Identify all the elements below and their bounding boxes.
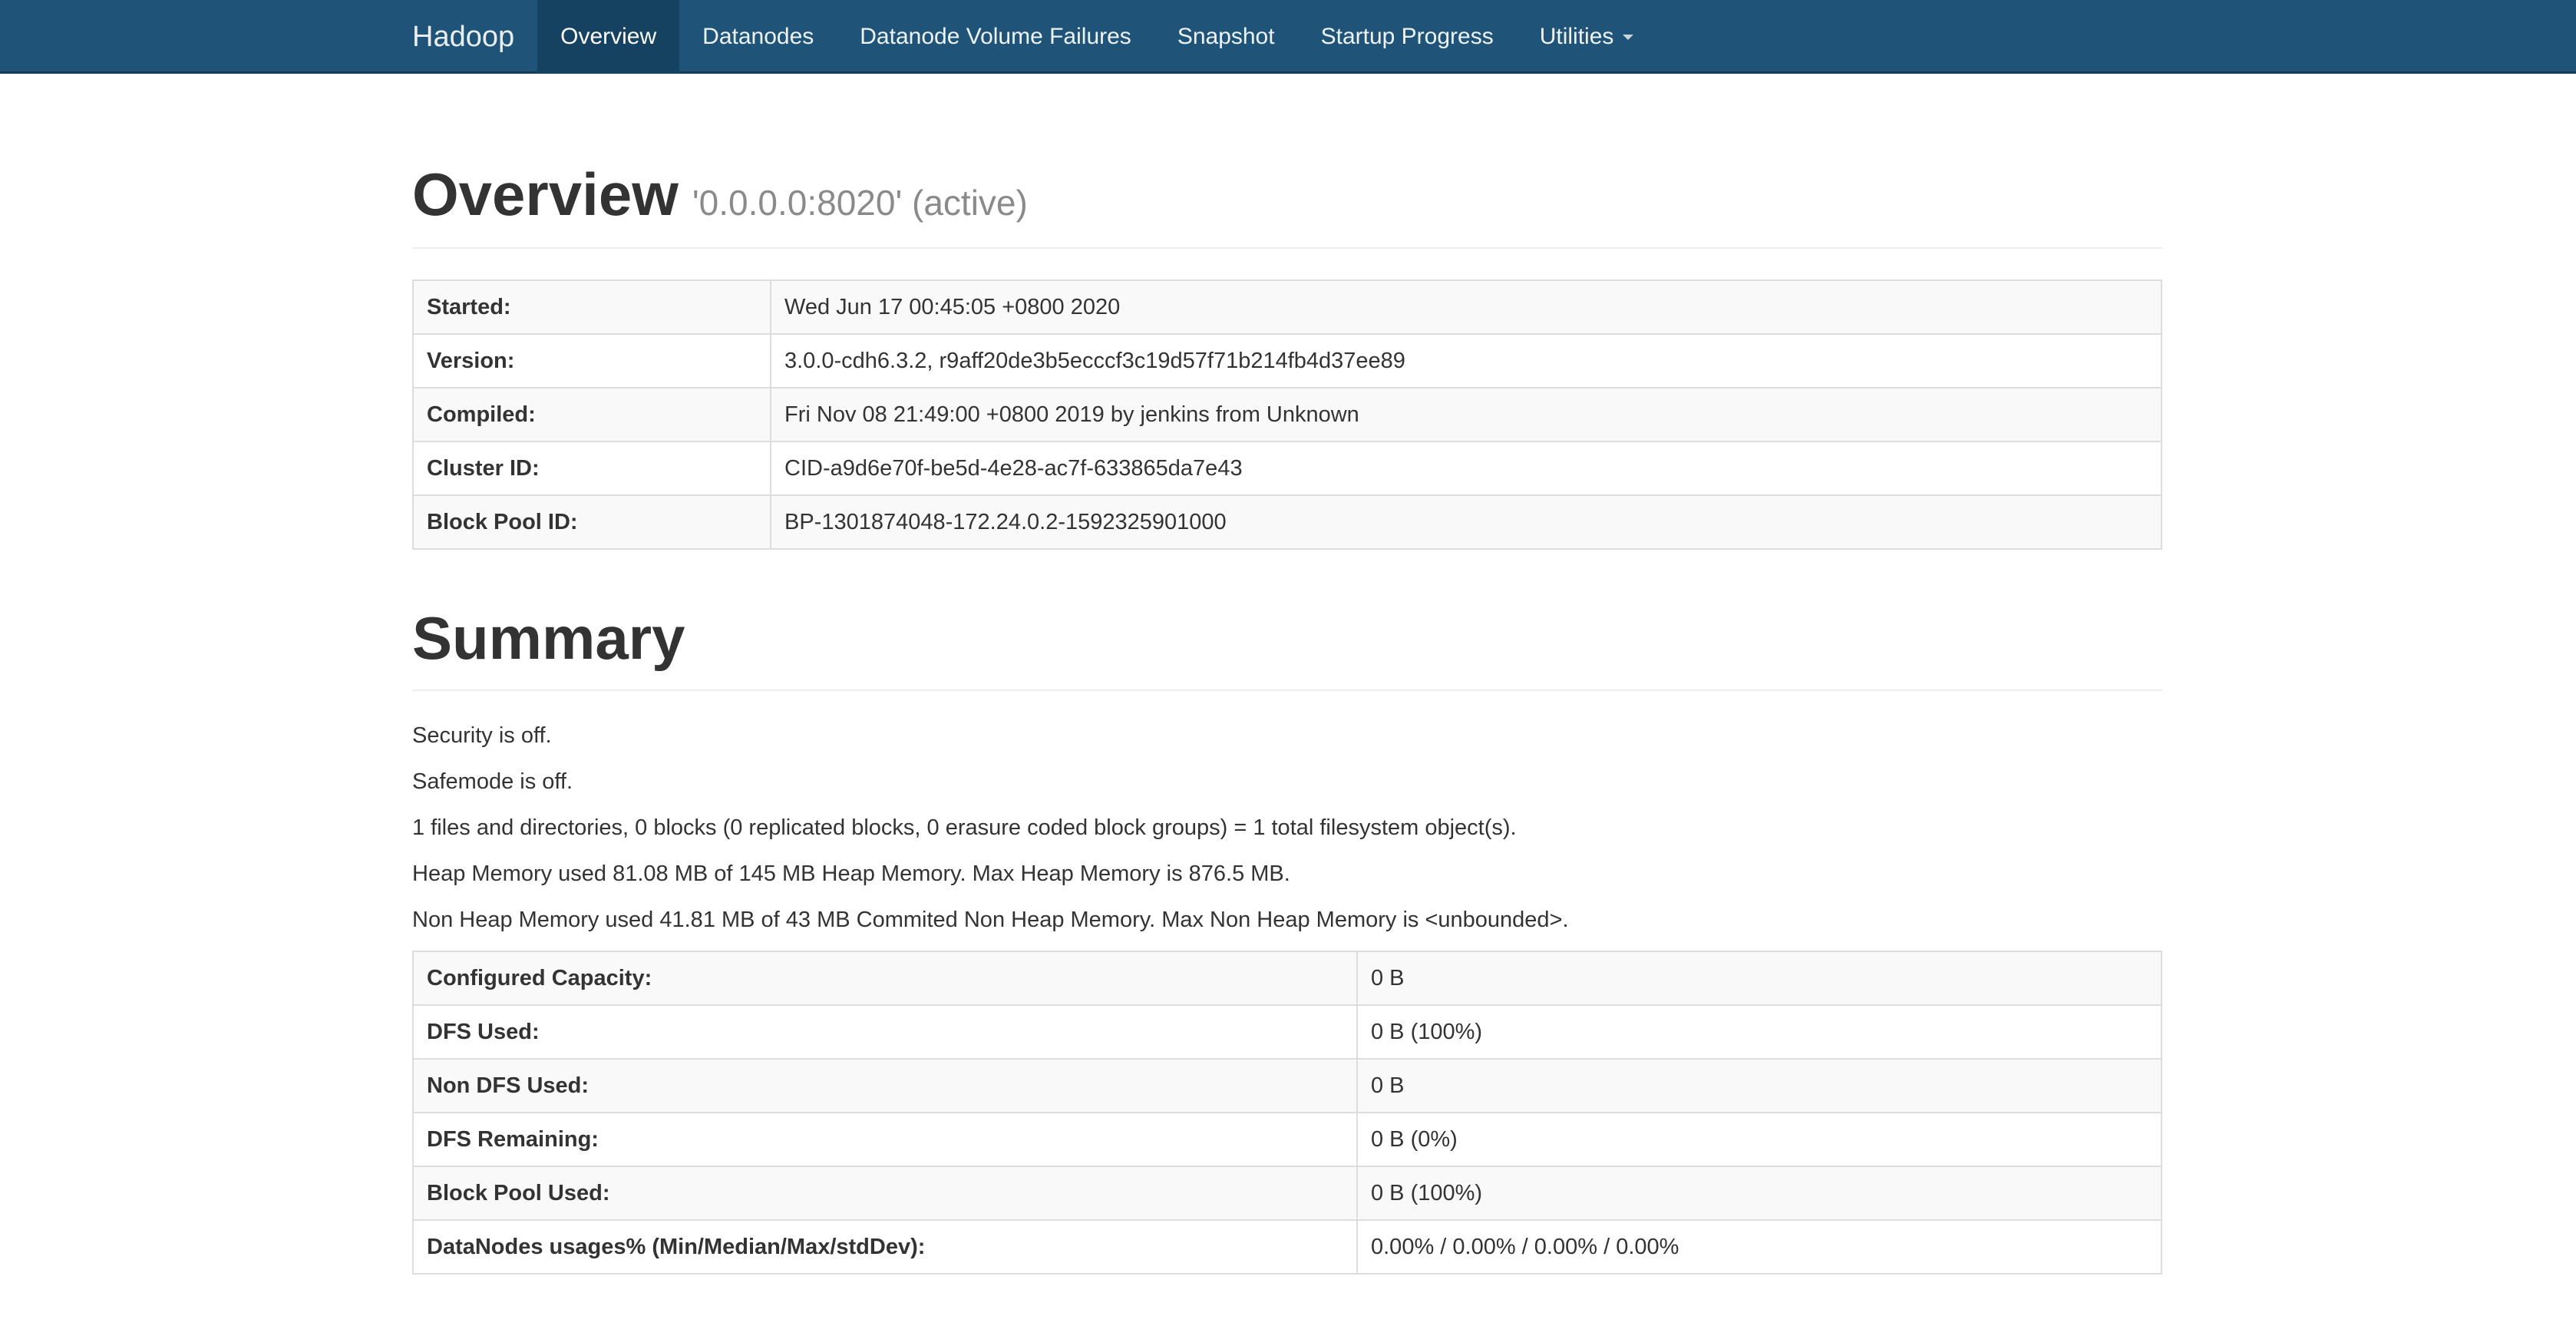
table-row: Started: Wed Jun 17 00:45:05 +0800 2020 — [412, 279, 2162, 335]
non-heap-memory: Non Heap Memory used 41.81 MB of 43 MB C… — [412, 908, 1569, 932]
overview-header: Overview '0.0.0.0:8020' (active) — [412, 164, 2162, 249]
heap-memory: Heap Memory used 81.08 MB of 145 MB Heap… — [412, 861, 1290, 886]
nav-utilities-dropdown[interactable]: Utilities — [1517, 0, 1657, 74]
nav-snapshot-label: Snapshot — [1177, 24, 1275, 49]
nav-datanodes[interactable]: Datanodes — [679, 0, 837, 74]
table-row: Configured Capacity: 0 B — [412, 951, 2162, 1006]
row-label: DFS Remaining: — [412, 1112, 1358, 1167]
row-value: 0 B — [1356, 951, 2162, 1006]
filesystem-objects: 1 files and directories, 0 blocks (0 rep… — [412, 815, 1517, 840]
row-value: CID-a9d6e70f-be5d-4e28-ac7f-633865da7e43 — [770, 441, 2162, 496]
row-value: 0 B (100%) — [1356, 1004, 2162, 1060]
row-label: DFS Used: — [412, 1004, 1358, 1060]
row-value: 0.00% / 0.00% / 0.00% / 0.00% — [1356, 1219, 2162, 1275]
row-value: Fri Nov 08 21:49:00 +0800 2019 by jenkin… — [770, 387, 2162, 442]
table-row: Compiled: Fri Nov 08 21:49:00 +0800 2019… — [412, 387, 2162, 442]
summary-header: Summary — [412, 608, 2162, 691]
summary-table: Configured Capacity: 0 B DFS Used: 0 B (… — [412, 951, 2162, 1275]
table-row: Version: 3.0.0-cdh6.3.2, r9aff20de3b5ecc… — [412, 333, 2162, 389]
nav-datanode-volume-failures[interactable]: Datanode Volume Failures — [837, 0, 1154, 74]
row-value: BP-1301874048-172.24.0.2-1592325901000 — [770, 494, 2162, 550]
row-label: Non DFS Used: — [412, 1058, 1358, 1113]
chevron-down-icon — [1623, 34, 1634, 40]
safemode-status: Safemode is off. — [412, 769, 573, 794]
row-label: Started: — [412, 279, 771, 335]
nav-snapshot[interactable]: Snapshot — [1154, 0, 1298, 74]
row-label: Configured Capacity: — [412, 951, 1358, 1006]
page-subtitle: '0.0.0.0:8020' (active) — [692, 183, 1028, 223]
nav-overview-label: Overview — [560, 24, 657, 49]
nav-overview[interactable]: Overview — [537, 0, 680, 74]
row-value: 0 B — [1356, 1058, 2162, 1113]
row-value: Wed Jun 17 00:45:05 +0800 2020 — [770, 279, 2162, 335]
nav-startup-progress[interactable]: Startup Progress — [1298, 0, 1517, 74]
navbar-inner: Hadoop Overview Datanodes Datanode Volum… — [412, 0, 1656, 74]
table-row: Non DFS Used: 0 B — [412, 1058, 2162, 1113]
brand-logo[interactable]: Hadoop — [412, 0, 537, 74]
nav-startup-progress-label: Startup Progress — [1320, 24, 1494, 49]
table-row: Block Pool ID: BP-1301874048-172.24.0.2-… — [412, 494, 2162, 550]
row-value: 0 B (100%) — [1356, 1166, 2162, 1221]
nav-datanodes-label: Datanodes — [702, 24, 814, 49]
overview-table: Started: Wed Jun 17 00:45:05 +0800 2020 … — [412, 279, 2162, 550]
page-title: Overview — [412, 160, 679, 228]
row-value: 3.0.0-cdh6.3.2, r9aff20de3b5ecccf3c19d57… — [770, 333, 2162, 389]
summary-text: Security is off. Safemode is off. 1 file… — [412, 713, 2162, 943]
table-row: DFS Used: 0 B (100%) — [412, 1004, 2162, 1060]
row-label: Block Pool Used: — [412, 1166, 1358, 1221]
table-row: Block Pool Used: 0 B (100%) — [412, 1166, 2162, 1221]
nav-datanode-volume-failures-label: Datanode Volume Failures — [860, 24, 1131, 49]
row-label: DataNodes usages% (Min/Median/Max/stdDev… — [412, 1219, 1358, 1275]
table-row: DataNodes usages% (Min/Median/Max/stdDev… — [412, 1219, 2162, 1275]
main-content: Overview '0.0.0.0:8020' (active) Started:… — [412, 74, 2162, 1275]
summary-title: Summary — [412, 604, 685, 672]
row-label: Cluster ID: — [412, 441, 771, 496]
row-label: Compiled: — [412, 387, 771, 442]
table-row: DFS Remaining: 0 B (0%) — [412, 1112, 2162, 1167]
row-value: 0 B (0%) — [1356, 1112, 2162, 1167]
table-row: Cluster ID: CID-a9d6e70f-be5d-4e28-ac7f-… — [412, 441, 2162, 496]
nav-utilities-label: Utilities — [1539, 24, 1614, 49]
row-label: Block Pool ID: — [412, 494, 771, 550]
security-status: Security is off. — [412, 723, 552, 748]
top-navbar: Hadoop Overview Datanodes Datanode Volum… — [0, 0, 2576, 74]
row-label: Version: — [412, 333, 771, 389]
